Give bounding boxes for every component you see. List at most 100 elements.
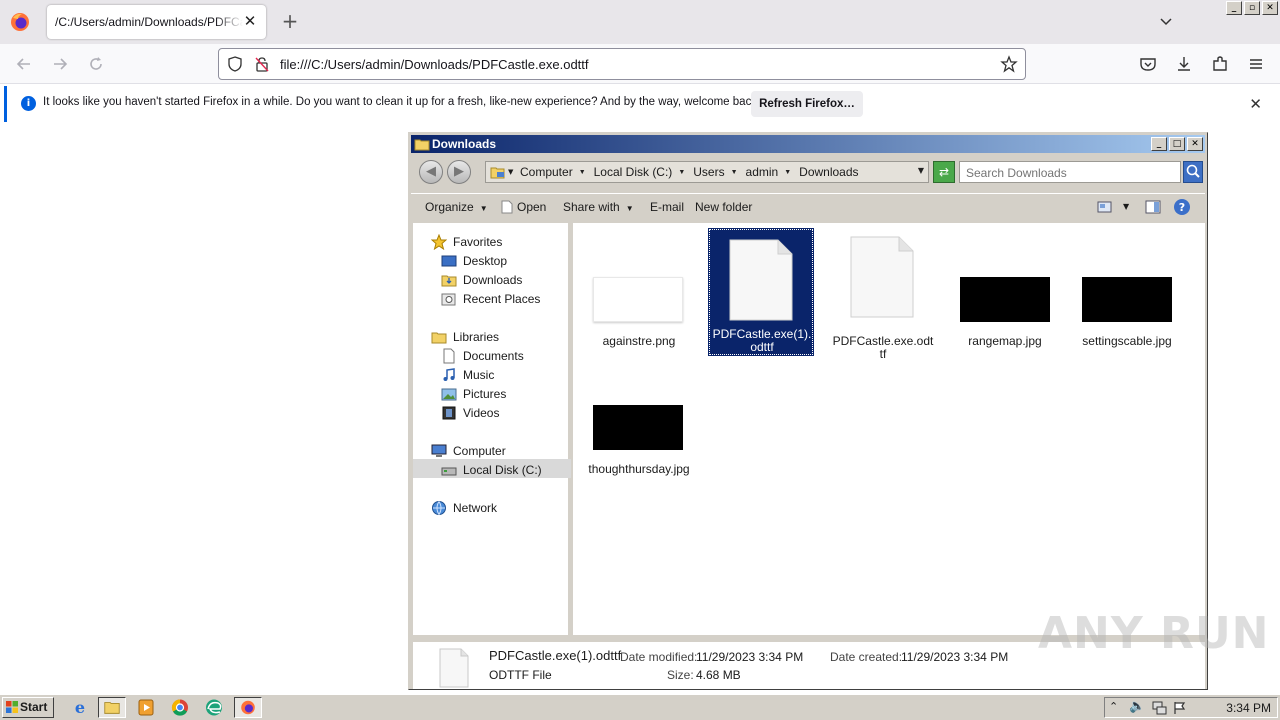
- breadcrumb-caret-icon[interactable]: ▼: [577, 165, 590, 179]
- nav-favorites[interactable]: Favorites: [431, 234, 502, 250]
- help-icon[interactable]: ?: [1173, 198, 1191, 216]
- system-tray: ⌃ 🔈 3:34 PM: [1104, 697, 1278, 718]
- document-icon: [850, 236, 914, 318]
- hamburger-menu-icon[interactable]: [1246, 54, 1266, 74]
- breadcrumb-users[interactable]: Users: [689, 165, 728, 179]
- nav-documents[interactable]: Documents: [441, 348, 524, 364]
- extensions-icon[interactable]: [1210, 54, 1230, 74]
- share-with-label: Share with: [563, 200, 620, 214]
- url-bar[interactable]: file:///C:/Users/admin/Downloads/PDFCast…: [218, 48, 1026, 80]
- back-arrow-icon[interactable]: [14, 54, 34, 74]
- nav-computer[interactable]: Computer: [431, 443, 506, 459]
- bookmark-star-icon[interactable]: [1000, 55, 1018, 73]
- info-icon: i: [21, 96, 36, 111]
- nav-desktop[interactable]: Desktop: [441, 253, 507, 269]
- start-label: Start: [20, 700, 48, 714]
- breadcrumb-downloads[interactable]: Downloads: [795, 165, 862, 179]
- volume-icon[interactable]: 🔈: [1129, 699, 1145, 714]
- downloads-icon[interactable]: [1174, 54, 1194, 74]
- nav-documents-label: Documents: [463, 349, 524, 363]
- file-item[interactable]: rangemap.jpg: [953, 231, 1057, 371]
- explorer-refresh-icon[interactable]: ⇄: [933, 161, 955, 183]
- file-item[interactable]: PDFCastle.exe.odttf: [831, 231, 935, 371]
- search-box[interactable]: [959, 161, 1181, 183]
- media-player-icon[interactable]: [132, 697, 160, 718]
- address-dropdown-icon[interactable]: ▼: [918, 166, 924, 175]
- tray-expand-icon[interactable]: ⌃: [1109, 700, 1118, 713]
- new-tab-icon[interactable]: +: [280, 11, 300, 31]
- reload-icon[interactable]: [86, 54, 106, 74]
- nav-videos[interactable]: Videos: [441, 405, 499, 421]
- action-center-flag-icon[interactable]: [1173, 701, 1187, 715]
- explorer-taskbar-icon[interactable]: [98, 697, 126, 718]
- breadcrumb-root-caret-icon[interactable]: ▼: [508, 168, 513, 176]
- file-item[interactable]: settingscable.jpg: [1075, 231, 1179, 371]
- explorer-back-icon[interactable]: ◀: [419, 160, 443, 184]
- explorer-maximize-icon[interactable]: □: [1169, 137, 1185, 151]
- tab-close-icon[interactable]: ✕: [242, 13, 258, 29]
- minimize-icon[interactable]: _: [1226, 1, 1242, 15]
- explorer-title-bar[interactable]: Downloads _ □ ✕: [411, 135, 1205, 153]
- change-view-icon[interactable]: [1097, 200, 1113, 214]
- internet-explorer-icon[interactable]: e: [66, 697, 94, 718]
- breadcrumb-local-disk[interactable]: Local Disk (C:): [590, 165, 677, 179]
- page-info-icon[interactable]: [254, 56, 270, 72]
- shield-icon[interactable]: [227, 56, 243, 72]
- view-options-caret-icon[interactable]: ▼: [1123, 202, 1129, 211]
- nav-desktop-label: Desktop: [463, 254, 508, 268]
- explorer-forward-icon[interactable]: ▶: [447, 160, 471, 184]
- nav-libraries[interactable]: Libraries: [431, 329, 499, 345]
- refresh-firefox-button[interactable]: Refresh Firefox…: [751, 91, 863, 117]
- videos-icon: [442, 406, 456, 420]
- breadcrumb-caret-icon[interactable]: ▼: [676, 165, 689, 179]
- tab-list-chevron-icon[interactable]: [1158, 13, 1174, 29]
- firefox-taskbar-icon[interactable]: [234, 697, 262, 718]
- breadcrumb-caret-icon[interactable]: ▼: [782, 165, 795, 179]
- file-item-selected[interactable]: PDFCastle.exe(1).odttf: [708, 228, 814, 356]
- share-with-button[interactable]: Share with ▼: [563, 200, 634, 214]
- explorer-minimize-icon[interactable]: _: [1151, 137, 1167, 151]
- nav-downloads[interactable]: Downloads: [441, 272, 522, 288]
- file-item[interactable]: againstre.png: [587, 231, 691, 371]
- command-bar: Organize ▼ Open Share with ▼ E-mail New fo…: [411, 193, 1205, 219]
- breadcrumb-computer[interactable]: Computer: [516, 165, 577, 179]
- search-input[interactable]: [966, 166, 1166, 180]
- notification-close-icon[interactable]: ✕: [1249, 95, 1262, 113]
- new-folder-button[interactable]: New folder: [695, 200, 752, 214]
- recent-places-icon: [441, 293, 456, 306]
- edge-icon[interactable]: [200, 697, 228, 718]
- preview-pane-icon[interactable]: [1145, 199, 1161, 215]
- email-button[interactable]: E-mail: [650, 200, 684, 214]
- file-name: againstre.png: [602, 334, 676, 348]
- breadcrumb[interactable]: ▼ Computer ▼ Local Disk (C:) ▼ Users ▼ admi…: [485, 161, 929, 183]
- browser-tab-active[interactable]: /C:/Users/admin/Downloads/PDFCastle.exe.…: [47, 5, 266, 39]
- file-item[interactable]: thoughthursday.jpg: [587, 359, 691, 499]
- close-icon[interactable]: ✕: [1262, 1, 1278, 15]
- nav-pictures-label: Pictures: [463, 387, 507, 401]
- nav-recent-places[interactable]: Recent Places: [441, 291, 540, 307]
- chrome-icon[interactable]: [166, 697, 194, 718]
- forward-arrow-icon[interactable]: [50, 54, 70, 74]
- details-date-created: 11/29/2023 3:34 PM: [901, 650, 1009, 664]
- nav-local-disk-label: Local Disk (C:): [463, 463, 542, 477]
- open-file-icon: [501, 200, 513, 214]
- nav-pictures[interactable]: Pictures: [441, 386, 506, 402]
- open-button[interactable]: Open: [501, 200, 546, 214]
- breadcrumb-caret-icon[interactable]: ▼: [729, 165, 742, 179]
- pocket-icon[interactable]: [1138, 54, 1158, 74]
- restore-icon[interactable]: ▫: [1244, 1, 1260, 15]
- svg-text:e: e: [75, 698, 85, 717]
- explorer-close-icon[interactable]: ✕: [1187, 137, 1203, 151]
- start-button[interactable]: Start: [2, 697, 54, 718]
- nav-local-disk[interactable]: Local Disk (C:): [441, 462, 542, 478]
- nav-network[interactable]: Network: [431, 500, 497, 516]
- nav-music[interactable]: Music: [441, 367, 494, 383]
- file-name-selected[interactable]: PDFCastle.exe(1).odttf: [710, 328, 814, 354]
- network-tray-icon[interactable]: [1151, 701, 1167, 715]
- clock[interactable]: 3:34 PM: [1226, 701, 1271, 715]
- share-with-caret-icon: ▼: [625, 204, 634, 213]
- search-icon[interactable]: [1183, 161, 1203, 183]
- breadcrumb-admin[interactable]: admin: [742, 165, 783, 179]
- organize-button[interactable]: Organize ▼: [425, 200, 488, 214]
- browser-nav-bar: file:///C:/Users/admin/Downloads/PDFCast…: [0, 44, 1280, 84]
